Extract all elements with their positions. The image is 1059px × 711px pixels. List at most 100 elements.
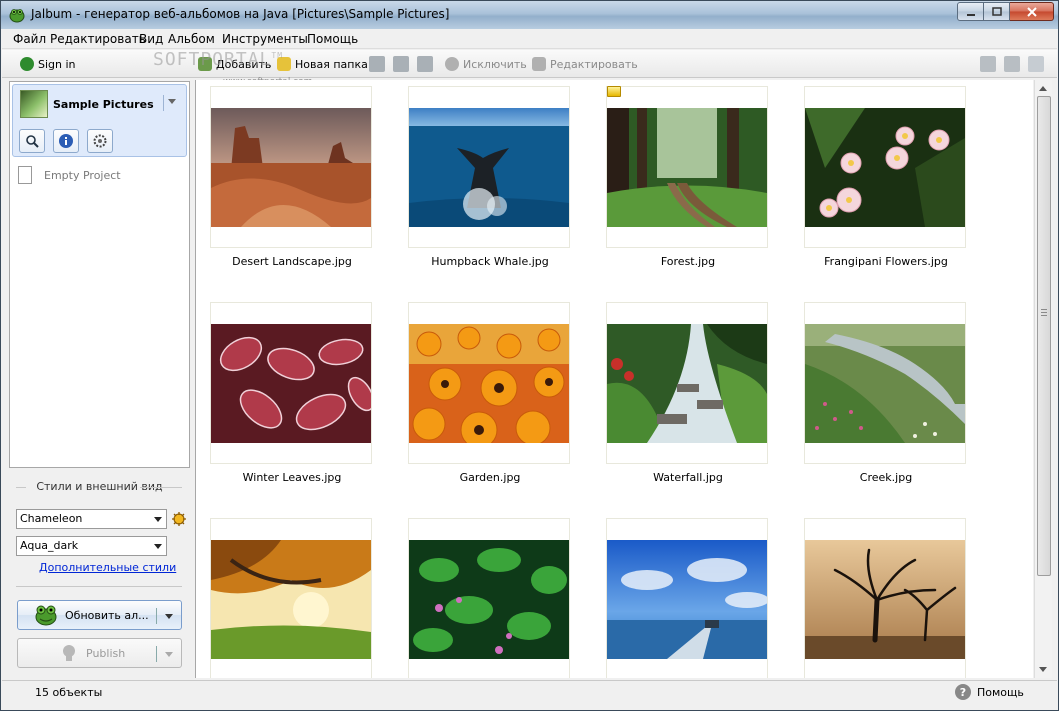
divider — [156, 608, 157, 624]
comment-icon[interactable] — [1028, 56, 1044, 72]
thumbnail-caption: Humpback Whale.jpg — [431, 255, 549, 268]
rotate-left-icon[interactable] — [369, 56, 385, 72]
style-value: Aqua_dark — [20, 539, 79, 552]
skin-value: Chameleon — [20, 512, 83, 525]
waterfall-image — [607, 324, 767, 443]
menu-help[interactable]: Помощь — [307, 32, 358, 46]
divider — [16, 586, 182, 587]
project-thumbnail — [20, 90, 48, 118]
thumbnail-desert-landscape[interactable]: Desert Landscape.jpg — [210, 86, 372, 268]
chevron-down-icon[interactable] — [168, 99, 176, 104]
garden-image — [409, 324, 569, 443]
sign-in-label: Sign in — [38, 57, 76, 71]
thumbnail-caption: Desert Landscape.jpg — [232, 255, 352, 268]
menu-bar: Файл Редактировать Вид Альбом Инструмент… — [2, 29, 1057, 49]
preview-view-icon[interactable] — [1004, 56, 1020, 72]
skin-settings-icon[interactable] — [171, 511, 187, 527]
chevron-down-icon — [154, 544, 162, 549]
empty-project-label: Empty Project — [44, 168, 121, 182]
scroll-up-icon[interactable] — [1039, 86, 1047, 91]
chevron-down-icon[interactable] — [165, 652, 173, 657]
thumbnail-waterfall[interactable]: Waterfall.jpg — [606, 302, 768, 484]
thumbnail-caption: Garden.jpg — [459, 471, 521, 484]
tree-image — [805, 540, 965, 659]
jalbum-frog-icon — [35, 605, 57, 626]
divider — [140, 487, 182, 488]
thumbnail-humpback-whale[interactable]: Humpback Whale.jpg — [408, 86, 570, 268]
exclude-button[interactable]: Исключить — [445, 55, 527, 73]
thumbnail-pier[interactable] — [606, 518, 768, 678]
thumbnail-autumn-tree[interactable] — [210, 518, 372, 678]
info-button[interactable] — [53, 129, 79, 153]
search-icon — [26, 135, 39, 148]
edit-button[interactable]: Редактировать — [532, 55, 638, 73]
menu-tools[interactable]: Инструменты — [222, 32, 308, 46]
winter-leaves-image — [211, 324, 371, 443]
thumbnail-caption: Forest.jpg — [660, 255, 716, 268]
move-left-icon[interactable] — [393, 56, 409, 72]
menu-view[interactable]: Вид — [139, 32, 163, 46]
folder-icon — [277, 57, 291, 71]
thumbnail-garden[interactable]: Garden.jpg — [408, 302, 570, 484]
project-divider — [163, 95, 164, 111]
grip-line — [1041, 312, 1047, 313]
thumbnail-green-leaves[interactable] — [408, 518, 570, 678]
thumbnail-tree[interactable] — [804, 518, 966, 678]
desert-landscape-image — [211, 108, 371, 227]
new-folder-button[interactable]: Новая папка — [277, 55, 368, 73]
vertical-scrollbar[interactable] — [1034, 80, 1052, 678]
help-button[interactable]: ? Помощь — [955, 684, 1024, 700]
thumbnail-caption: Creek.jpg — [859, 471, 913, 484]
thumbnail-caption: Waterfall.jpg — [653, 471, 723, 484]
scroll-down-icon[interactable] — [1039, 667, 1047, 672]
thumbnail-winter-leaves[interactable]: Winter Leaves.jpg — [210, 302, 372, 484]
chevron-down-icon[interactable] — [165, 614, 173, 619]
menu-file[interactable]: Файл — [13, 32, 46, 46]
styles-section-header: Стили и внешний вид — [9, 480, 190, 493]
thumbnail-caption: Winter Leaves.jpg — [242, 471, 342, 484]
window-controls — [957, 2, 1054, 21]
edit-icon — [532, 57, 546, 71]
styles-panel: Стили и внешний вид Chameleon Aqua_dark … — [9, 471, 190, 677]
thumbnail-frangipani-flowers[interactable]: Frangipani Flowers.jpg — [804, 86, 966, 268]
update-album-label: Обновить ал... — [65, 608, 149, 622]
thumbnail-forest[interactable]: Forest.jpg — [606, 86, 768, 268]
skin-select[interactable]: Chameleon — [16, 509, 167, 529]
sign-in-button[interactable]: Sign in — [20, 55, 76, 73]
exclude-icon — [445, 57, 459, 71]
project-title: Sample Pictures — [53, 98, 154, 111]
empty-project-item[interactable]: Empty Project — [18, 166, 121, 184]
move-right-icon[interactable] — [417, 56, 433, 72]
new-folder-label: Новая папка — [295, 57, 368, 71]
minimize-icon — [966, 13, 975, 16]
search-button[interactable] — [19, 129, 45, 153]
maximize-button[interactable] — [984, 2, 1010, 21]
thumbnail-creek[interactable]: Creek.jpg — [804, 302, 966, 484]
toolbar: Sign in Добавить Новая папка Исключить Р… — [2, 50, 1057, 78]
help-icon: ? — [955, 684, 971, 700]
help-label: Помощь — [977, 685, 1024, 699]
project-card[interactable]: Sample Pictures — [12, 84, 187, 157]
thumbnail-caption: Frangipani Flowers.jpg — [824, 255, 948, 268]
window-title: Jalbum - генератор веб-альбомов на Java … — [31, 7, 450, 21]
document-icon — [18, 166, 32, 184]
menu-edit[interactable]: Редактировать — [50, 32, 146, 46]
thumbnail-view-icon[interactable] — [980, 56, 996, 72]
close-button[interactable] — [1010, 2, 1054, 21]
add-button[interactable]: Добавить — [198, 55, 271, 73]
menu-album[interactable]: Альбом — [168, 32, 215, 46]
pier-image — [607, 540, 767, 659]
settings-button[interactable] — [87, 129, 113, 153]
creek-image — [805, 324, 965, 443]
style-select[interactable]: Aqua_dark — [16, 536, 167, 556]
more-styles-link[interactable]: Дополнительные стили — [39, 561, 176, 574]
publish-button[interactable]: Publish — [17, 638, 182, 668]
minimize-button[interactable] — [957, 2, 984, 21]
humpback-whale-image — [409, 108, 569, 227]
title-bar[interactable]: Jalbum - генератор веб-альбомов на Java … — [1, 1, 1058, 29]
update-album-button[interactable]: Обновить ал... — [17, 600, 182, 630]
green-leaves-image — [409, 540, 569, 659]
grip-line — [1041, 309, 1047, 310]
info-icon — [59, 134, 73, 148]
scrollbar-thumb[interactable] — [1037, 96, 1051, 576]
